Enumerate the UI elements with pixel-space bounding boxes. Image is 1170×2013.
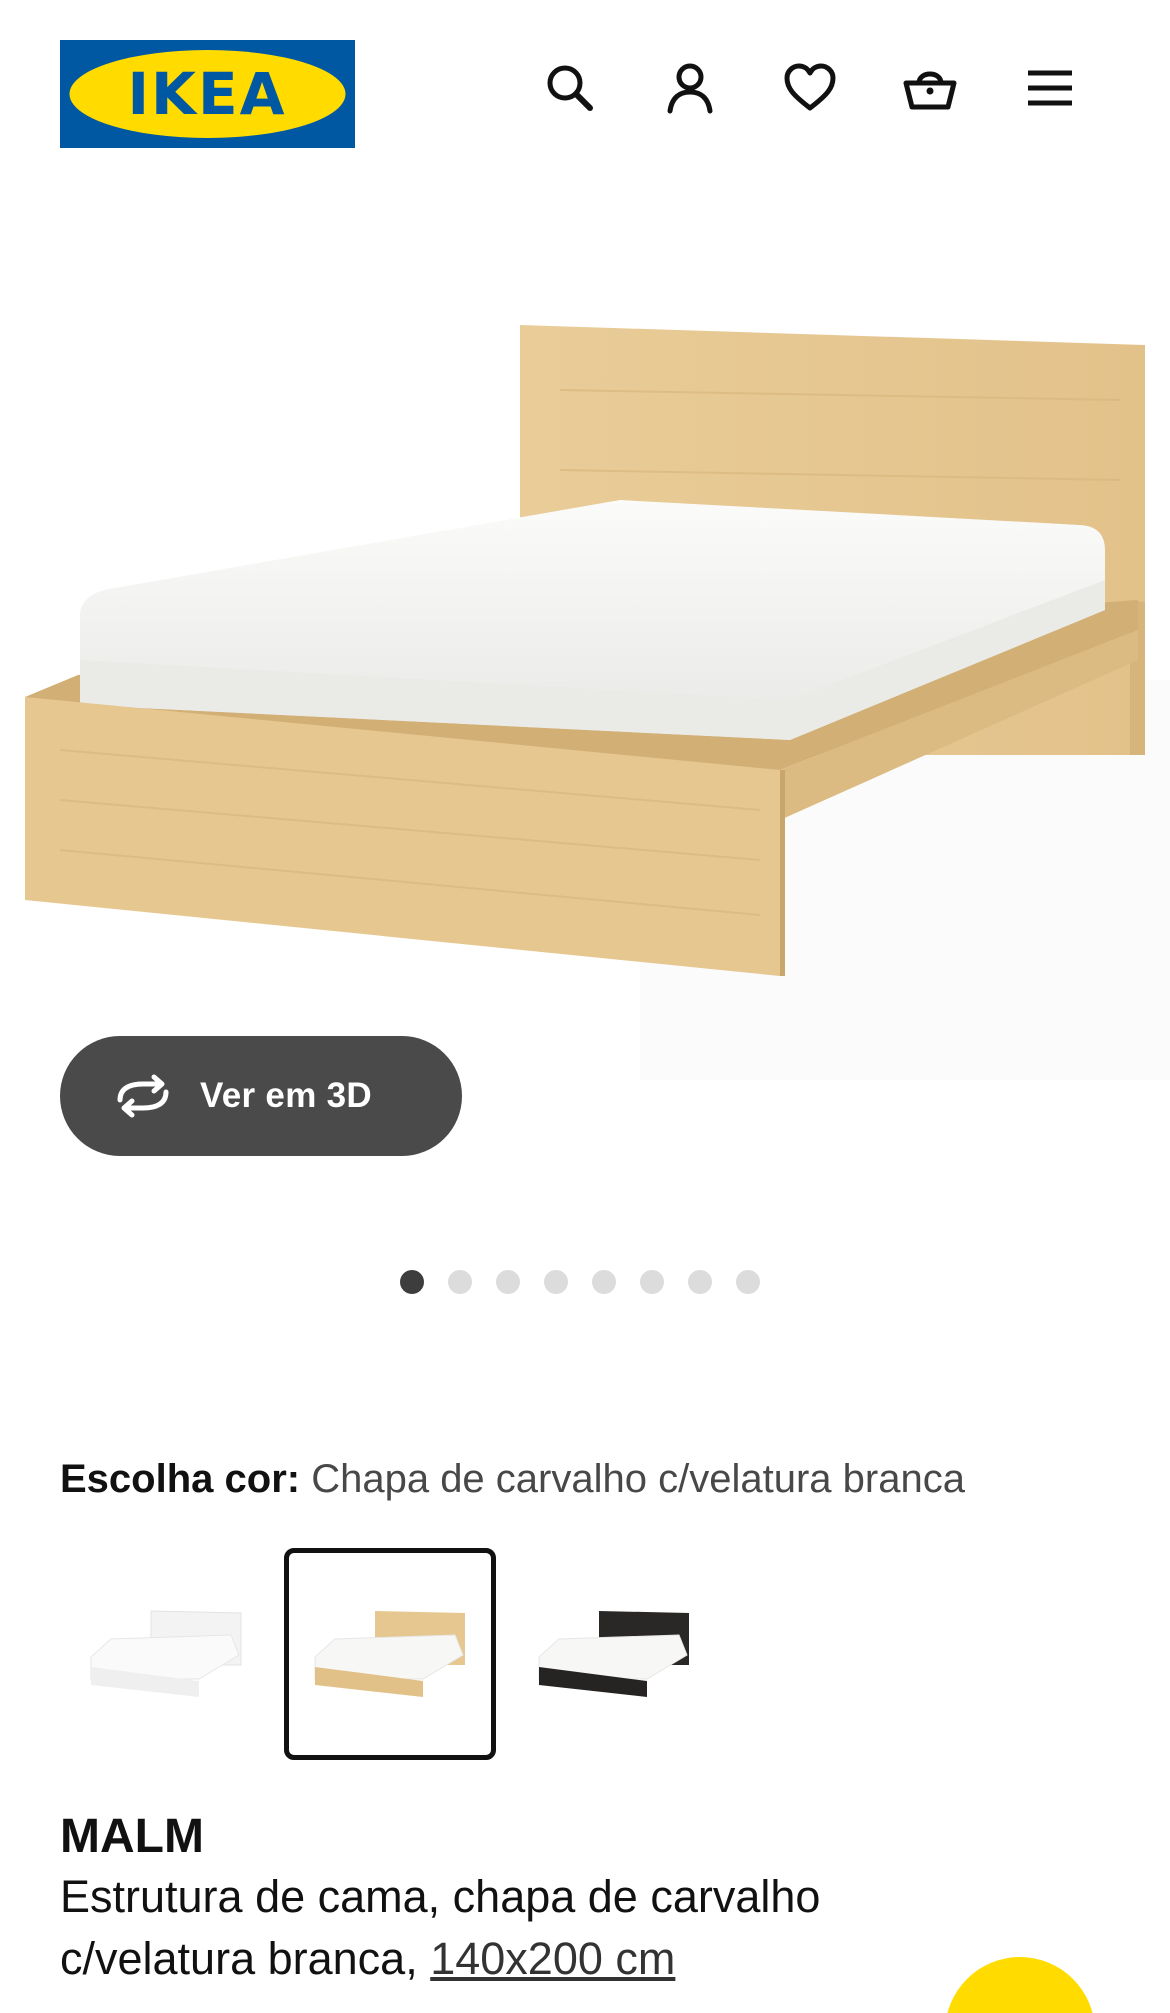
product-description: Estrutura de cama, chapa de carvalho c/v… (60, 1866, 1020, 1990)
gallery-dot-2[interactable] (448, 1270, 472, 1294)
oak-bed-thumb (314, 1611, 465, 1697)
user-icon[interactable] (660, 58, 720, 118)
gallery-pagination (400, 1270, 760, 1294)
color-choice-value: Chapa de carvalho c/velatura branca (311, 1457, 965, 1501)
ikea-logo-mark: IKEA (60, 40, 355, 148)
product-name: MALM (60, 1810, 204, 1863)
ikea-logo[interactable]: IKEA (60, 40, 355, 148)
product-size-link[interactable]: 140x200 cm (430, 1933, 675, 1984)
white-bed-thumb (90, 1610, 242, 1697)
gallery-dot-1[interactable] (400, 1270, 424, 1294)
menu-icon[interactable] (1020, 58, 1080, 118)
view-3d-button[interactable]: Ver em 3D (60, 1036, 462, 1156)
svg-text:IKEA: IKEA (127, 60, 286, 128)
color-choice: Escolha cor: Chapa de carvalho c/velatur… (60, 1454, 965, 1504)
color-choice-label: Escolha cor: (60, 1457, 301, 1501)
swatch-white[interactable] (60, 1548, 272, 1760)
basket-icon[interactable] (900, 58, 960, 118)
gallery-dot-4[interactable] (544, 1270, 568, 1294)
search-icon[interactable] (540, 58, 600, 118)
site-header: IKEA (0, 0, 1170, 160)
black-bed-thumb (538, 1611, 689, 1697)
view-3d-label: Ver em 3D (200, 1076, 372, 1115)
swatch-oak-white-stained[interactable] (284, 1548, 496, 1760)
swatch-black-brown[interactable] (508, 1548, 720, 1760)
gallery-dot-7[interactable] (688, 1270, 712, 1294)
gallery-dot-5[interactable] (592, 1270, 616, 1294)
rotate-3d-icon (112, 1074, 174, 1118)
bed-illustration (25, 325, 1170, 1080)
gallery-dot-6[interactable] (640, 1270, 664, 1294)
gallery-dot-3[interactable] (496, 1270, 520, 1294)
product-image[interactable] (0, 300, 1170, 1080)
gallery-dot-8[interactable] (736, 1270, 760, 1294)
heart-icon[interactable] (780, 58, 840, 118)
